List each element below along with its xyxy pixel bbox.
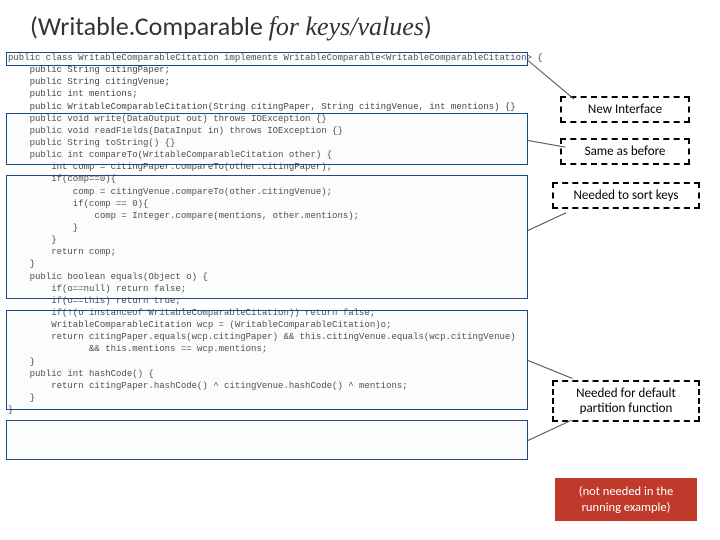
callout-partition-l1: Needed for default — [576, 386, 676, 401]
callout-same-as-before: Same as before — [560, 138, 690, 165]
callout-sort-keys-text: Needed to sort keys — [574, 188, 679, 203]
callout-new-interface-text: New Interface — [588, 102, 662, 117]
callout-not-needed-l2: running example) — [582, 500, 671, 515]
leader-1 — [528, 60, 575, 99]
leader-3 — [528, 212, 566, 231]
code-l03: public String citingVenue; — [8, 76, 528, 88]
callout-partition-l2: partition function — [580, 401, 673, 416]
callout-not-needed-l1: (not needed in the — [579, 484, 673, 499]
callout-same-as-before-text: Same as before — [585, 144, 666, 159]
code-l04: public int mentions; — [8, 88, 528, 100]
title-part1: (Writable.Comparable — [30, 10, 269, 42]
leader-4a — [528, 360, 573, 379]
callout-sort-keys: Needed to sort keys — [552, 182, 700, 209]
code-l06: public WritableComparableCitation(String… — [8, 101, 528, 113]
title-italic: for keys/values — [269, 12, 424, 41]
codebox-hashcode — [6, 420, 528, 460]
callout-partition: Needed for default partition function — [552, 380, 700, 422]
leader-4b — [528, 420, 572, 441]
slide-title: (Writable.Comparable for keys/values) — [0, 0, 720, 48]
codebox-compareto — [6, 175, 528, 299]
codebox-equals — [6, 310, 528, 410]
codebox-ctor-io — [6, 113, 528, 165]
callout-new-interface: New Interface — [560, 96, 690, 123]
callout-not-needed: (not needed in the running example) — [555, 478, 697, 521]
codebox-classdecl — [6, 52, 528, 66]
title-part3: ) — [424, 10, 432, 42]
